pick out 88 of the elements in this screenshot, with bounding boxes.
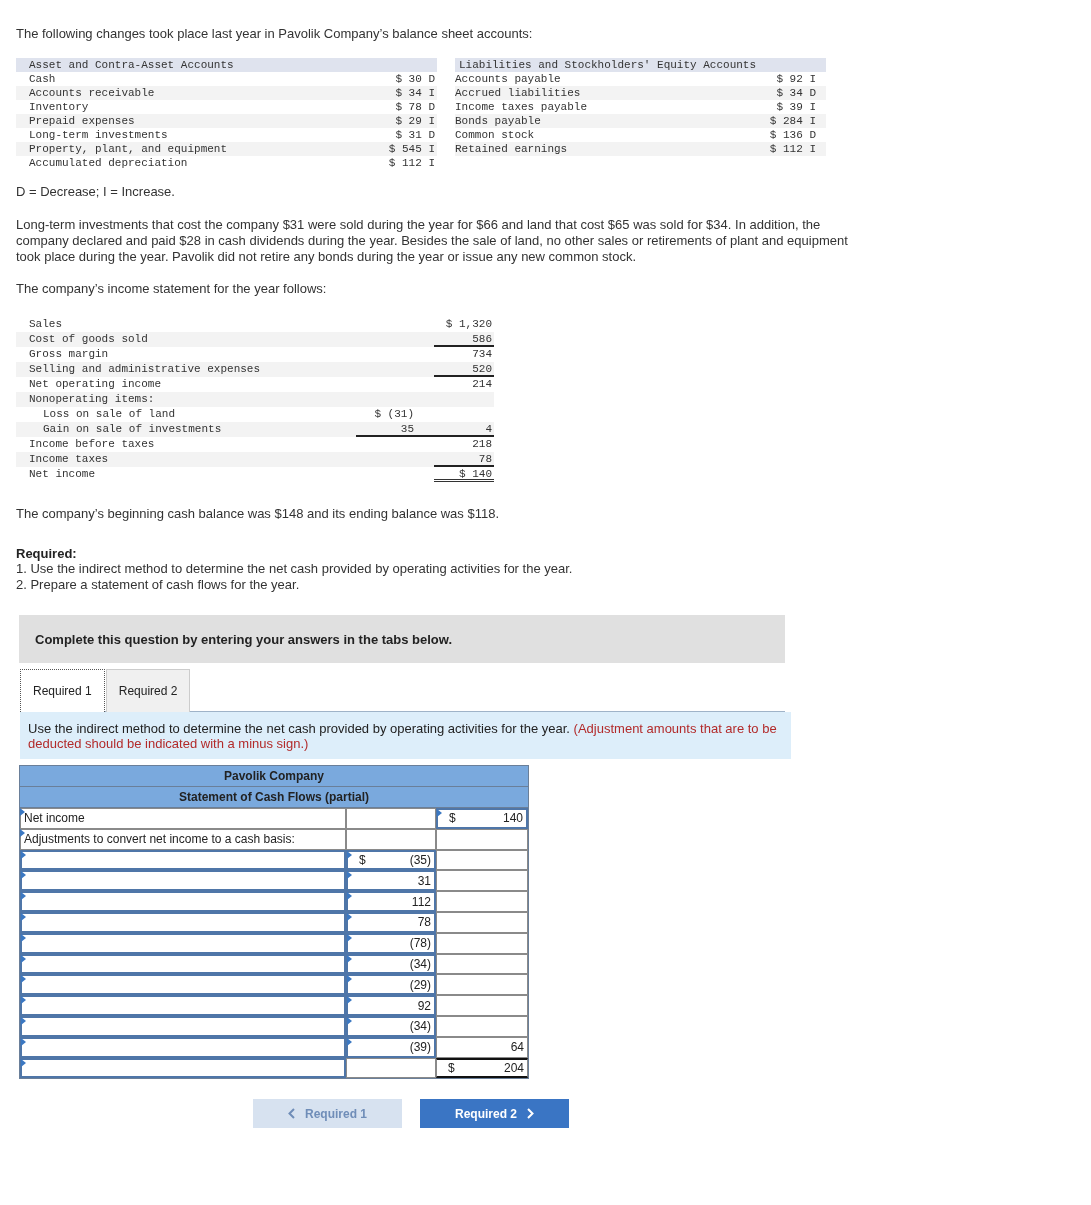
requirement-text: 1. Use the indirect method to determine the net cash provided by operating activities for the year. bbox=[16, 561, 574, 577]
amount-field[interactable]: (34) bbox=[346, 953, 436, 975]
line-item-label: Selling and administrative expenses bbox=[28, 362, 262, 377]
prompt-banner: Complete this question by entering your answers in the tabs below. bbox=[19, 615, 785, 663]
change-amount: $ 39 I bbox=[776, 100, 816, 114]
amount: $ 140 bbox=[434, 467, 494, 482]
line-item-label: Nonoperating items: bbox=[28, 392, 156, 407]
account-field[interactable]: Adjustments to convert net income to a cash basis: bbox=[20, 828, 346, 850]
amount-field[interactable]: (39) bbox=[346, 1036, 436, 1058]
amount-field[interactable]: 31 bbox=[346, 870, 436, 892]
amount: 214 bbox=[471, 377, 493, 392]
amount-field[interactable]: (29) bbox=[346, 974, 436, 996]
account-name: Accounts payable bbox=[455, 72, 561, 86]
change-amount: $ 284 I bbox=[769, 114, 816, 128]
line-item-label: Net income bbox=[28, 467, 96, 482]
tab[interactable]: Required 1 bbox=[20, 669, 105, 712]
account-field[interactable]: Net income bbox=[20, 808, 346, 829]
amount: $ 1,320 bbox=[444, 317, 493, 332]
table-cell: $ 204 bbox=[436, 1057, 528, 1079]
input-field[interactable] bbox=[20, 932, 346, 954]
account-name: Accrued liabilities bbox=[455, 86, 581, 100]
change-amount: $ 34 D bbox=[776, 86, 816, 100]
change-amount: $ 34 I bbox=[395, 86, 435, 100]
input-field[interactable] bbox=[20, 912, 346, 933]
account-name: Property, plant, and equipment bbox=[29, 142, 228, 156]
amount-field[interactable]: 78 bbox=[346, 912, 436, 933]
change-amount: $ 92 I bbox=[776, 72, 816, 86]
change-amount: $ 30 D bbox=[395, 72, 435, 86]
account-name: Income taxes payable bbox=[455, 100, 588, 114]
change-amount: $ 29 I bbox=[395, 114, 435, 128]
input-field[interactable] bbox=[20, 995, 346, 1016]
amount: 218 bbox=[471, 437, 493, 452]
instruction-text: Use the indirect method to determine the net cash provided by operating activities for the year. (Adjustment amounts that are to be deducted should be indicated with a minus sign.) bbox=[20, 712, 791, 759]
table-header: Liabilities and Stockholders' Equity Accounts bbox=[455, 58, 826, 72]
input-field[interactable] bbox=[20, 849, 346, 871]
line-item-label: Cost of goods sold bbox=[28, 332, 149, 347]
chevron-left-icon bbox=[288, 1108, 295, 1120]
table-title: Pavolik Company bbox=[20, 766, 528, 787]
tab[interactable]: Required 2 bbox=[105, 669, 191, 712]
paragraph: Long-term investments that cost the company $31 were sold during the year for $66 and land that cost $65 was sold for $34. In addition, the company declared and paid $28 in cash dividends during the year. Besides the sale of land, no other sales or retirements of plant and equipment took place during the year. Pavolik did not retire any bonds during the year or issue any new common stock. bbox=[16, 217, 849, 265]
table-cell: 64 bbox=[436, 1036, 528, 1058]
next-button[interactable]: Required 2 bbox=[420, 1099, 569, 1129]
table-header: Asset and Contra-Asset Accounts bbox=[16, 58, 437, 72]
line-item-label: Loss on sale of land bbox=[42, 407, 177, 422]
change-amount: $ 545 I bbox=[388, 142, 435, 156]
amount: 734 bbox=[471, 347, 493, 362]
line-item-label: Gross margin bbox=[28, 347, 110, 362]
account-name: Retained earnings bbox=[455, 142, 568, 156]
required-heading: Required: bbox=[16, 546, 78, 561]
amount-field[interactable]: (34) bbox=[346, 1015, 436, 1037]
input-field[interactable] bbox=[20, 1015, 346, 1037]
table-subtitle: Statement of Cash Flows (partial) bbox=[20, 787, 528, 808]
amount-field[interactable]: (78) bbox=[346, 932, 436, 954]
amount-field[interactable]: 92 bbox=[346, 995, 436, 1016]
account-name: Long-term investments bbox=[29, 128, 168, 142]
line-item-label: Income before taxes bbox=[28, 437, 156, 452]
paragraph: The company’s beginning cash balance was $148 and its ending balance was $118. bbox=[16, 506, 501, 522]
line-item-label: Sales bbox=[28, 317, 63, 332]
legend-text: D = Decrease; I = Increase. bbox=[16, 184, 176, 200]
change-amount: $ 112 I bbox=[388, 156, 435, 170]
input-field[interactable] bbox=[20, 891, 346, 912]
chevron-right-icon bbox=[527, 1108, 534, 1120]
line-item-label: Gain on sale of investments bbox=[42, 422, 223, 437]
change-amount: $ 136 D bbox=[769, 128, 816, 142]
line-item-label: Net operating income bbox=[28, 377, 163, 392]
account-name: Bonds payable bbox=[455, 114, 541, 128]
account-name: Common stock bbox=[455, 128, 535, 142]
amount-field[interactable]: $ 140 bbox=[436, 808, 528, 829]
change-amount: $ 112 I bbox=[769, 142, 816, 156]
input-field[interactable] bbox=[20, 870, 346, 892]
amount-field[interactable]: 112 bbox=[346, 891, 436, 912]
amount-field[interactable]: $ (35) bbox=[346, 849, 436, 871]
requirement-text: 2. Prepare a statement of cash flows for the year. bbox=[16, 577, 301, 593]
account-name: Cash bbox=[29, 72, 56, 86]
account-name: Inventory bbox=[29, 100, 89, 114]
line-item-label: Income taxes bbox=[28, 452, 110, 467]
input-field[interactable] bbox=[20, 974, 346, 996]
paragraph: The company’s income statement for the year follows: bbox=[16, 281, 328, 297]
change-amount: $ 31 D bbox=[395, 128, 435, 142]
input-field[interactable] bbox=[20, 953, 346, 975]
input-field[interactable] bbox=[20, 1057, 346, 1079]
intro-text: The following changes took place last year in Pavolik Company’s balance sheet accounts: bbox=[16, 26, 534, 42]
account-name: Prepaid expenses bbox=[29, 114, 135, 128]
input-field[interactable] bbox=[20, 1036, 346, 1058]
account-name: Accounts receivable bbox=[29, 86, 155, 100]
change-amount: $ 78 D bbox=[395, 100, 435, 114]
account-name: Accumulated depreciation bbox=[29, 156, 188, 170]
amount: $ (31) bbox=[373, 407, 415, 422]
